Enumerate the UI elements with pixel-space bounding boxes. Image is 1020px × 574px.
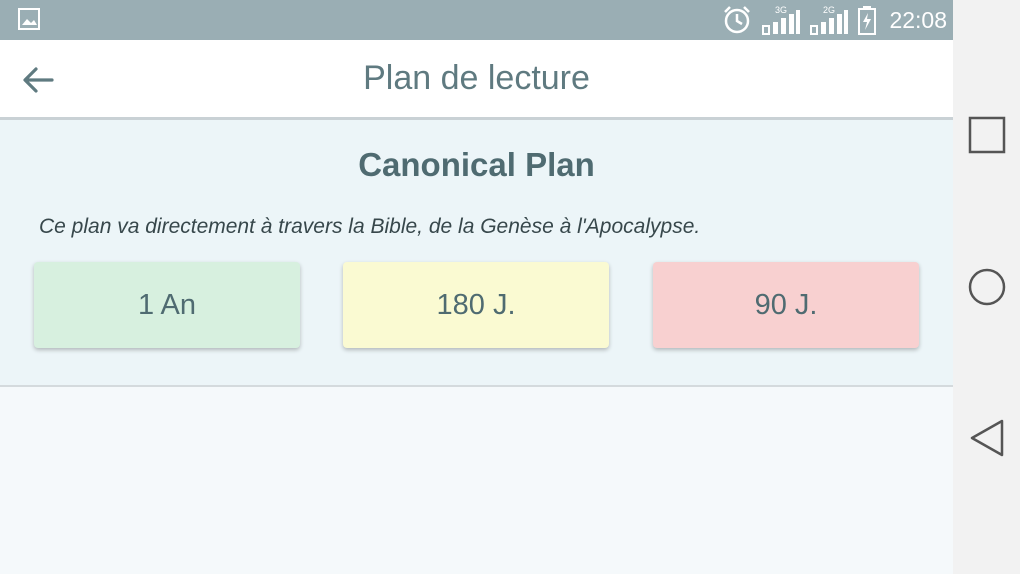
signal-icon: 2G (810, 5, 849, 35)
signal-icon: 3G (762, 5, 801, 35)
status-icons: 3G 2G 22:08 (721, 0, 947, 40)
network-type-label: 2G (823, 5, 835, 15)
recents-square-icon[interactable] (967, 115, 1007, 155)
plan-title: Canonical Plan (358, 146, 595, 183)
plan-card: Canonical Plan Ce plan va directement à … (0, 120, 953, 387)
arrow-left-icon[interactable] (18, 60, 58, 100)
plan-option-180-days-button[interactable]: 180 J. (343, 262, 609, 348)
page-title: Plan de lecture (363, 59, 590, 97)
back-triangle-icon[interactable] (967, 418, 1007, 458)
status-time: 22:08 (889, 6, 947, 33)
system-nav-bar (953, 0, 1020, 574)
app-bar: Plan de lecture (0, 40, 953, 120)
image-icon (18, 8, 40, 30)
network-type-label: 3G (775, 5, 787, 15)
battery-icon (858, 6, 877, 35)
plan-description: Ce plan va directement à travers la Bibl… (39, 215, 701, 238)
home-circle-icon[interactable] (967, 267, 1007, 307)
plan-option-1-year-button[interactable]: 1 An (34, 262, 300, 348)
alarm-icon (724, 6, 751, 34)
plan-option-90-days-button[interactable]: 90 J. (653, 262, 919, 348)
status-bar: 3G 2G 22:08 (0, 0, 953, 40)
app-screen: 3G 2G 22:08 Plan de lecture Canonical Pl… (0, 0, 953, 574)
